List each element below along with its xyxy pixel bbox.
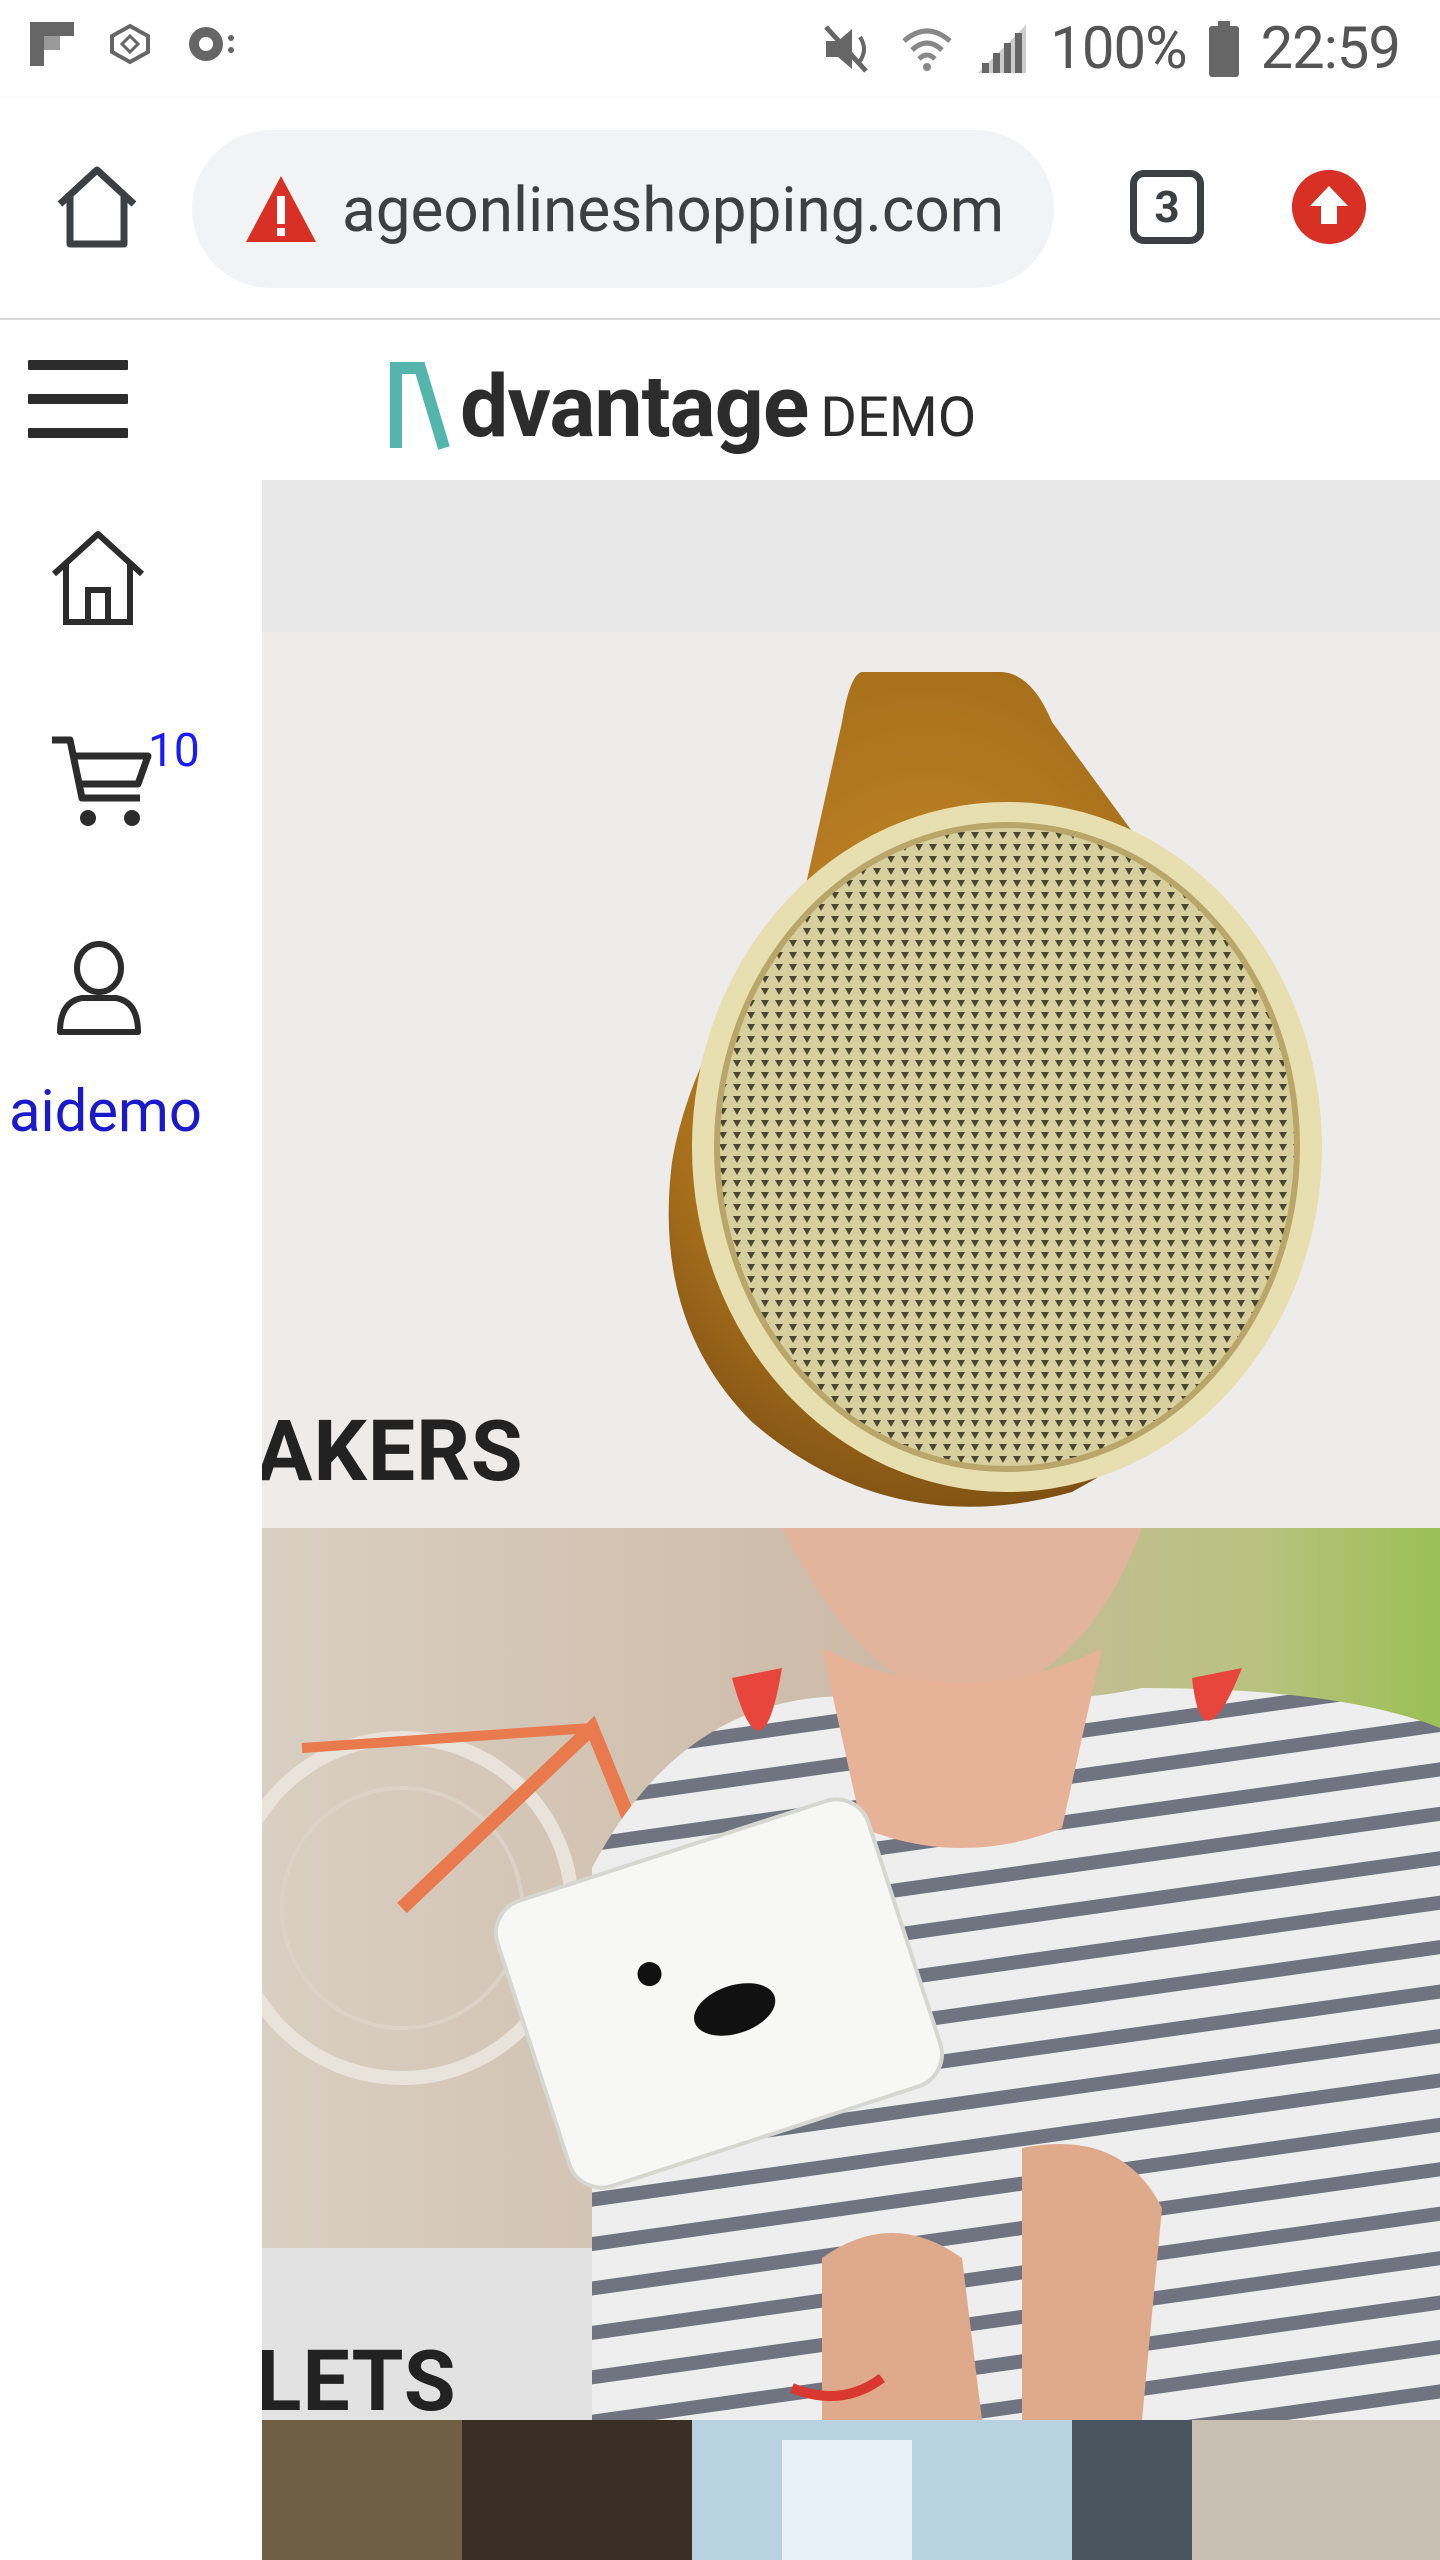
clock: 22:59	[1260, 15, 1401, 83]
address-bar[interactable]: ageonlineshopping.com	[192, 130, 1054, 288]
cart-count-badge: 10	[148, 724, 200, 778]
advantage-logo-mark-icon	[390, 362, 450, 450]
category-label-speakers[interactable]: AKERS	[262, 1402, 524, 1501]
category-tablets[interactable]: LETS	[262, 1528, 1440, 2420]
update-arrow-icon[interactable]	[1292, 170, 1366, 244]
browser-home-icon[interactable]	[50, 160, 144, 254]
cart-icon[interactable]	[48, 730, 158, 834]
status-bar: 100% 22:59	[0, 0, 1440, 98]
category-next-image[interactable]	[262, 2420, 1440, 2560]
flipboard-icon	[30, 22, 74, 66]
wifi-icon	[902, 28, 952, 71]
url-text[interactable]: ageonlineshopping.com	[342, 166, 1032, 256]
category-label-tablets[interactable]: LETS	[262, 2332, 457, 2420]
mute-icon	[824, 25, 869, 73]
next-category-image	[262, 2420, 1440, 2560]
site-logo[interactable]: dvantage DEMO	[390, 348, 976, 457]
app-notification-icon	[110, 23, 150, 65]
tablet-lifestyle-image	[262, 1528, 1440, 2420]
logo-word: dvantage	[460, 356, 809, 457]
browser-toolbar: ageonlineshopping.com 3	[0, 98, 1440, 320]
content-top-banner	[262, 480, 1440, 632]
notification-icons	[30, 22, 238, 66]
battery-icon	[1208, 21, 1239, 77]
logo-suffix: DEMO	[820, 384, 977, 450]
side-menu: 10 aidemo	[0, 480, 262, 2560]
battery-percent: 100%	[1050, 15, 1187, 83]
site-header: dvantage DEMO	[0, 320, 1440, 480]
username-link[interactable]: aidemo	[0, 1078, 262, 1146]
user-icon[interactable]	[54, 940, 144, 1040]
tab-switcher-button[interactable]: 3	[1130, 170, 1204, 244]
system-status: 100% 22:59	[822, 10, 1401, 88]
signal-icon	[978, 25, 1027, 73]
home-icon[interactable]	[48, 528, 148, 628]
main-content: AKERS LETS	[262, 480, 1440, 2560]
category-speakers[interactable]: AKERS	[262, 632, 1440, 1528]
speaker-product-image	[668, 672, 1322, 1507]
sync-notification-icon	[189, 27, 234, 61]
not-secure-warning-icon[interactable]	[244, 174, 318, 244]
menu-hamburger-icon[interactable]	[28, 360, 128, 440]
